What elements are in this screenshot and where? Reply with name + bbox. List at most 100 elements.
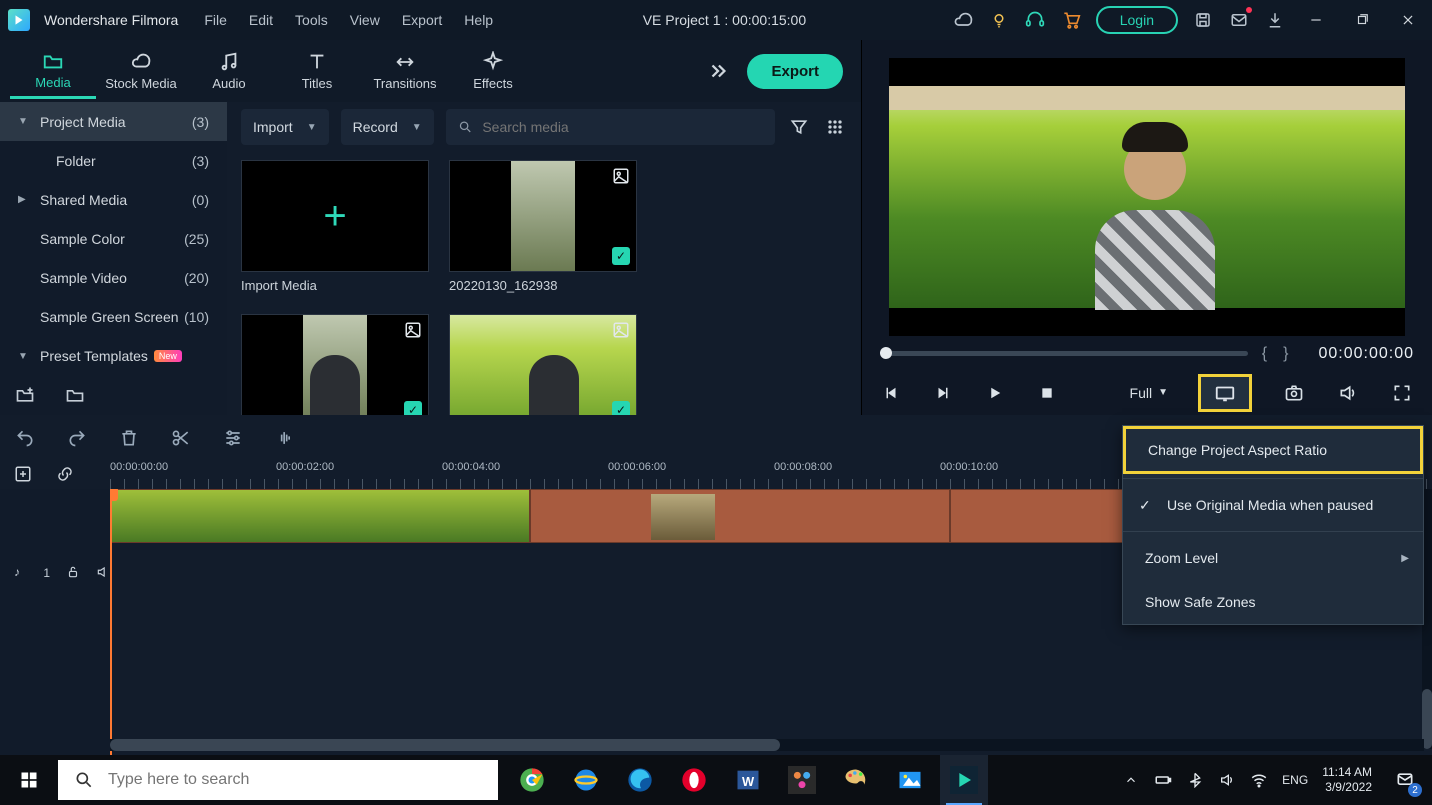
media-tile[interactable]: ✓ xyxy=(241,314,431,415)
tab-titles[interactable]: Titles xyxy=(274,43,360,99)
import-media-tile[interactable]: + Import Media xyxy=(241,160,431,310)
menu-view[interactable]: View xyxy=(346,10,384,30)
sidebar-item-sample-color[interactable]: Sample Color(25) xyxy=(0,219,227,258)
search-media[interactable] xyxy=(446,109,775,145)
chrome-icon[interactable] xyxy=(508,755,556,805)
tabs-more-icon[interactable] xyxy=(705,58,731,84)
adjust-icon[interactable] xyxy=(222,427,244,449)
sidebar-item-preset-templates[interactable]: ▼Preset TemplatesNew xyxy=(0,337,227,376)
quality-dropdown[interactable]: Full▼ xyxy=(1130,385,1168,401)
clock[interactable]: 11:14 AM 3/9/2022 xyxy=(1322,765,1372,795)
menu-export[interactable]: Export xyxy=(398,10,446,30)
grid-view-icon[interactable] xyxy=(823,115,847,139)
battery-icon[interactable] xyxy=(1154,771,1172,789)
cart-icon[interactable] xyxy=(1060,9,1082,31)
tray-chevron-icon[interactable] xyxy=(1122,771,1140,789)
paint-icon[interactable] xyxy=(832,755,880,805)
lock-icon[interactable] xyxy=(66,565,80,581)
menu-show-safe-zones[interactable]: Show Safe Zones xyxy=(1123,580,1423,624)
fullscreen-button[interactable] xyxy=(1390,381,1414,405)
new-folder-icon[interactable] xyxy=(14,384,36,406)
opera-icon[interactable] xyxy=(670,755,718,805)
volume-button[interactable] xyxy=(1336,381,1360,405)
sidebar-item-project-media[interactable]: ▼Project Media(3) xyxy=(0,102,227,141)
export-button[interactable]: Export xyxy=(747,54,843,89)
tab-transitions[interactable]: Transitions xyxy=(362,43,448,99)
download-icon[interactable] xyxy=(1264,9,1286,31)
add-track-icon[interactable] xyxy=(14,465,34,485)
sound-icon[interactable] xyxy=(1218,771,1236,789)
bluetooth-icon[interactable] xyxy=(1186,771,1204,789)
photos-icon[interactable] xyxy=(886,755,934,805)
stop-button[interactable] xyxy=(1036,382,1058,404)
search-input[interactable] xyxy=(482,119,763,135)
edge-icon[interactable] xyxy=(616,755,664,805)
record-dropdown[interactable]: Record▼ xyxy=(341,109,434,145)
minimize-button[interactable] xyxy=(1300,8,1332,32)
taskbar-search[interactable] xyxy=(58,760,498,800)
audio-edit-icon[interactable] xyxy=(274,427,296,449)
resolve-icon[interactable] xyxy=(778,755,826,805)
mail-icon[interactable] xyxy=(1228,9,1250,31)
word-icon[interactable]: W xyxy=(724,755,772,805)
maximize-button[interactable] xyxy=(1346,8,1378,32)
redo-button[interactable] xyxy=(66,427,88,449)
filmora-icon[interactable] xyxy=(940,755,988,805)
tab-audio[interactable]: Audio xyxy=(186,43,272,99)
folder-open-icon[interactable] xyxy=(64,384,86,406)
video-clip[interactable] xyxy=(110,489,530,543)
menu-edit[interactable]: Edit xyxy=(245,10,277,30)
import-dropdown[interactable]: Import▼ xyxy=(241,109,329,145)
menu-tools[interactable]: Tools xyxy=(291,10,332,30)
filter-icon[interactable] xyxy=(787,115,811,139)
submenu-arrow-icon: ▶ xyxy=(1401,553,1409,564)
playhead[interactable] xyxy=(110,489,112,755)
save-icon[interactable] xyxy=(1192,9,1214,31)
menu-file[interactable]: File xyxy=(200,10,231,30)
close-button[interactable] xyxy=(1392,8,1424,32)
audio-track-header[interactable]: ♪ 1 xyxy=(0,555,110,591)
snapshot-button[interactable] xyxy=(1282,381,1306,405)
split-button[interactable] xyxy=(170,427,192,449)
tips-icon[interactable] xyxy=(988,9,1010,31)
sidebar-item-folder[interactable]: Folder(3) xyxy=(0,141,227,180)
ruler-tick: 00:00:10:00 xyxy=(940,461,998,473)
taskbar-search-input[interactable] xyxy=(108,771,482,789)
delete-button[interactable] xyxy=(118,427,140,449)
progress-track[interactable] xyxy=(880,351,1248,356)
link-icon[interactable] xyxy=(56,465,76,485)
progress-knob[interactable] xyxy=(880,347,892,359)
tab-media[interactable]: Media xyxy=(10,43,96,99)
tab-effects[interactable]: Effects xyxy=(450,43,536,99)
start-button[interactable] xyxy=(0,755,58,805)
sidebar-item-sample-video[interactable]: Sample Video(20) xyxy=(0,259,227,298)
image-icon xyxy=(612,167,630,185)
menu-change-aspect-ratio[interactable]: Change Project Aspect Ratio xyxy=(1123,426,1423,474)
login-button[interactable]: Login xyxy=(1096,6,1178,34)
menu-label: Use Original Media when paused xyxy=(1167,497,1373,513)
ie-icon[interactable] xyxy=(562,755,610,805)
lang-indicator[interactable]: ENG xyxy=(1282,773,1308,787)
notifications-icon[interactable]: 2 xyxy=(1386,761,1424,799)
play-button[interactable] xyxy=(984,382,1006,404)
wifi-icon[interactable] xyxy=(1250,771,1268,789)
menu-use-original-media[interactable]: ✓Use Original Media when paused xyxy=(1123,483,1423,527)
aspect-ratio-button[interactable] xyxy=(1198,374,1252,412)
sidebar-item-shared-media[interactable]: ▶Shared Media(0) xyxy=(0,180,227,219)
timeline-hscroll[interactable] xyxy=(110,739,1424,751)
sidebar-item-sample-green[interactable]: Sample Green Screen(10) xyxy=(0,298,227,337)
tab-stock-media[interactable]: Stock Media xyxy=(98,43,184,99)
quality-label: Full xyxy=(1130,385,1153,401)
support-icon[interactable] xyxy=(1024,9,1046,31)
undo-button[interactable] xyxy=(14,427,36,449)
mute-icon[interactable] xyxy=(96,565,110,581)
cloud-icon[interactable] xyxy=(952,9,974,31)
menu-zoom-level[interactable]: Zoom Level▶ xyxy=(1123,536,1423,580)
prev-frame-button[interactable] xyxy=(880,382,902,404)
media-tile[interactable]: ✓ 20220130_162938 xyxy=(449,160,639,310)
video-clip[interactable] xyxy=(530,489,950,543)
in-out-markers-icon[interactable]: {} xyxy=(1262,345,1305,363)
media-tile[interactable]: ✓ xyxy=(449,314,639,415)
next-frame-button[interactable] xyxy=(932,382,954,404)
menu-help[interactable]: Help xyxy=(460,10,497,30)
